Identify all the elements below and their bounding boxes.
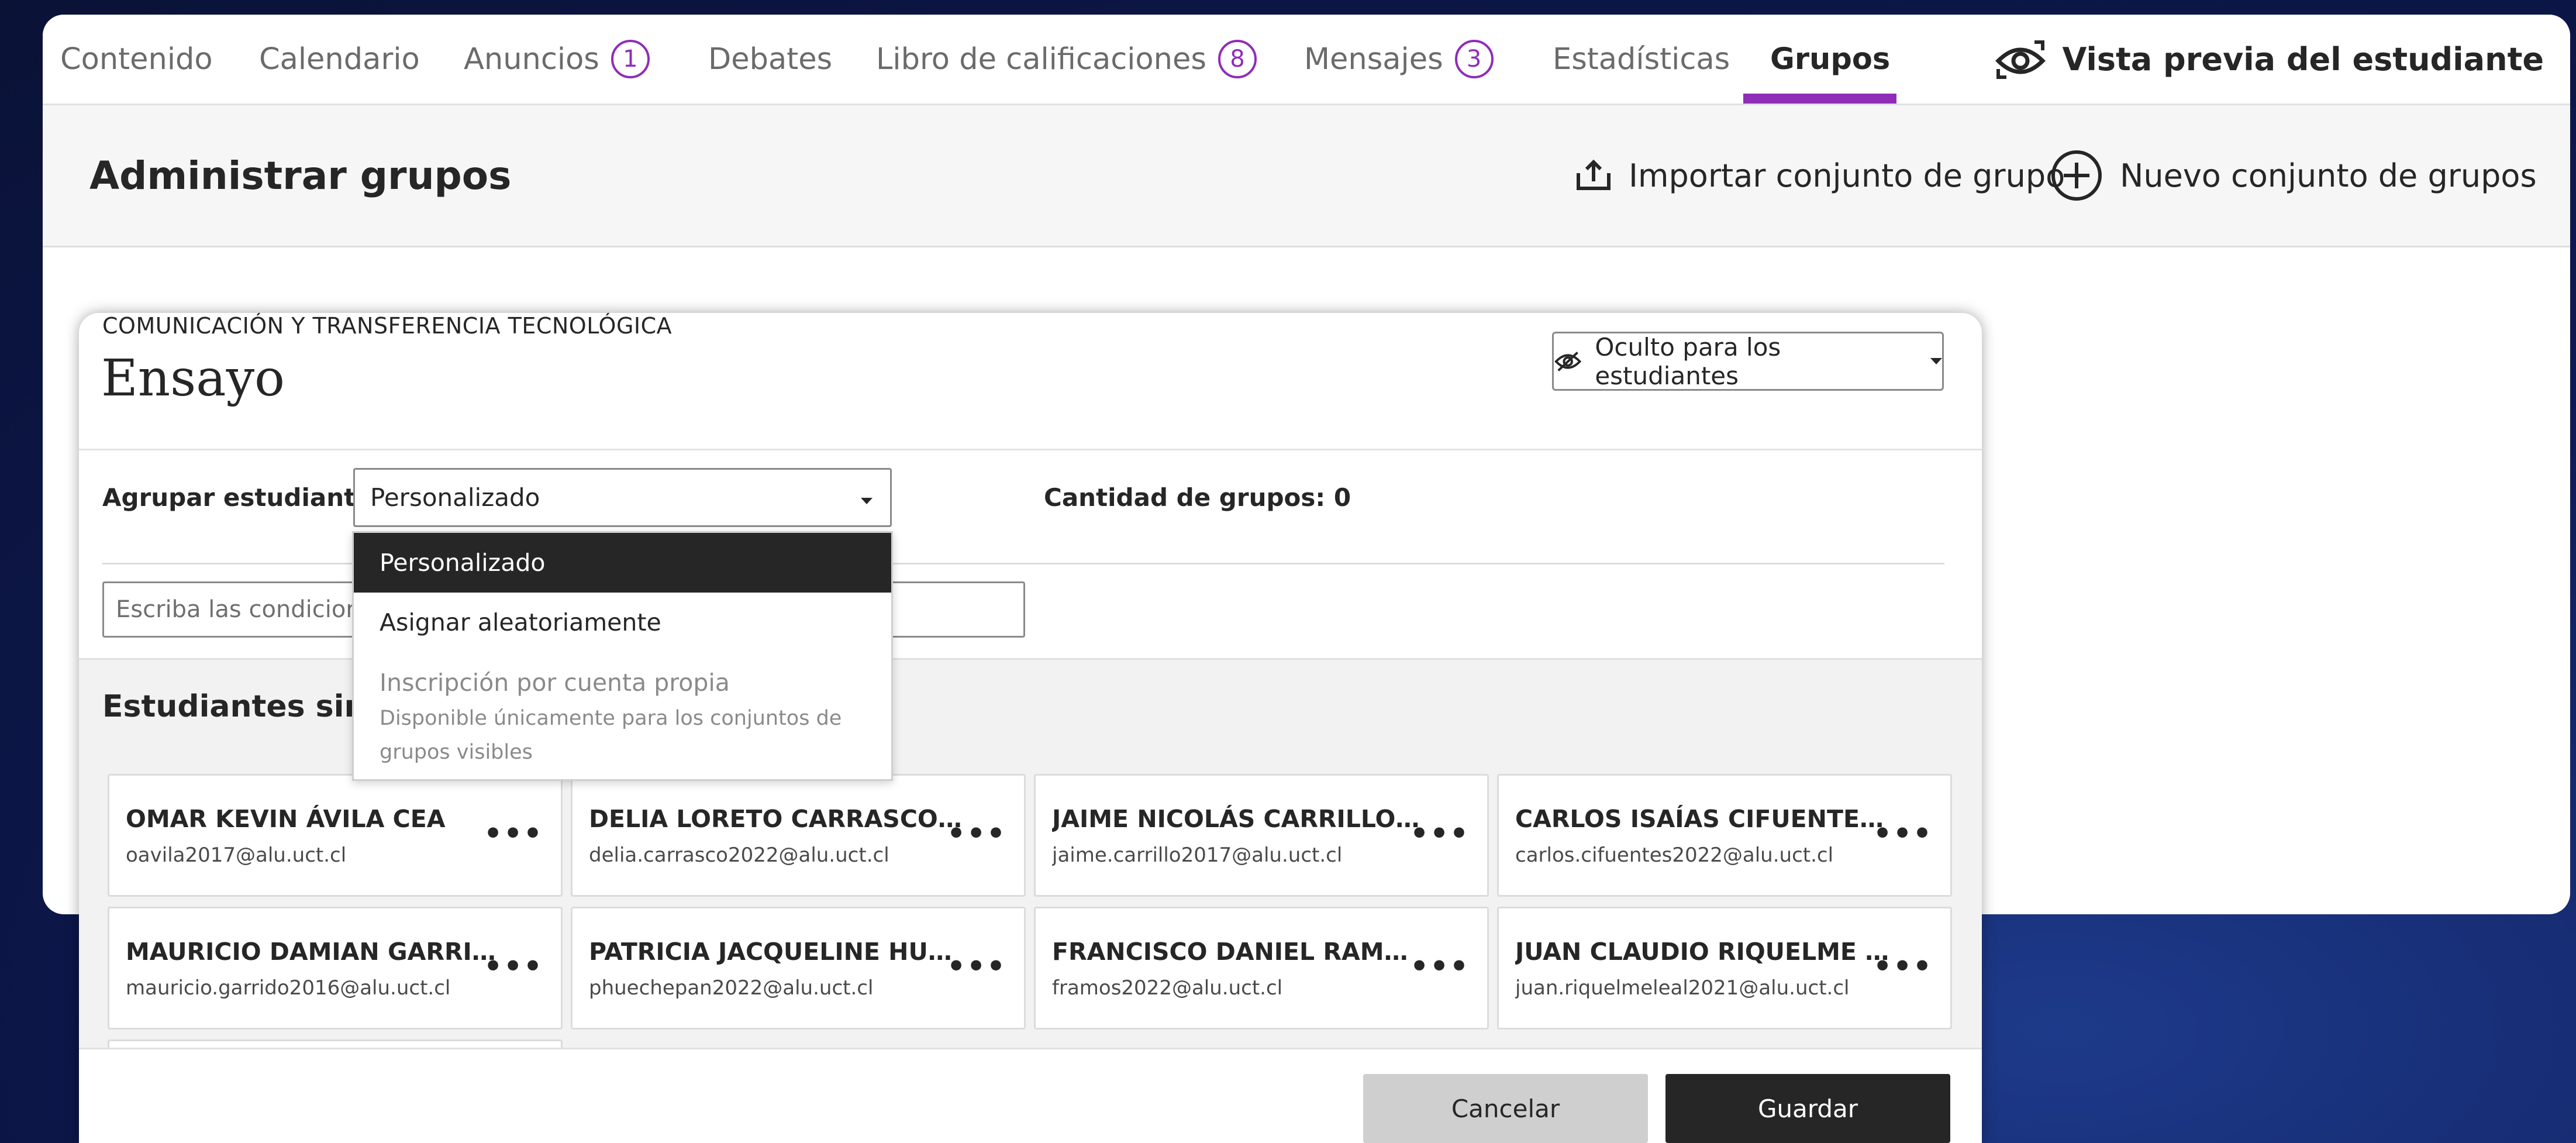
tab-estadisticas[interactable]: Estadísticas xyxy=(1553,15,1730,104)
cancel-button[interactable]: Cancelar xyxy=(1363,1074,1648,1143)
student-email: jaime.carrillo2017@alu.uct.cl xyxy=(1052,844,1343,867)
import-group-set-button[interactable]: Importar conjunto de grupo xyxy=(1575,105,2065,246)
more-options-icon[interactable]: ••• xyxy=(1410,817,1470,851)
tab-label: Grupos xyxy=(1770,42,1891,77)
student-preview-icon xyxy=(1995,40,2046,79)
more-options-icon[interactable]: ••• xyxy=(484,949,543,983)
student-email: framos2022@alu.uct.cl xyxy=(1052,976,1283,1000)
tab-label: Mensajes xyxy=(1304,42,1443,77)
visibility-label: Oculto para los estudiantes xyxy=(1595,332,1781,390)
active-tab-indicator xyxy=(1743,94,1896,104)
group-count: Cantidad de grupos: 0 xyxy=(1044,483,1351,512)
student-email: oavila2017@alu.uct.cl xyxy=(126,844,347,867)
save-button[interactable]: Guardar xyxy=(1665,1074,1950,1143)
tab-anuncios[interactable]: Anuncios 1 xyxy=(464,15,650,104)
tab-debates[interactable]: Debates xyxy=(708,15,832,104)
student-name: MAURICIO DAMIAN GARRIDO M... xyxy=(126,938,500,966)
student-email: phuechepan2022@alu.uct.cl xyxy=(589,976,874,1000)
student-preview-label: Vista previa del estudiante xyxy=(2062,40,2544,78)
add-circle-icon xyxy=(2051,150,2102,201)
eye-slash-icon xyxy=(1554,351,1582,371)
student-card[interactable]: MAURICIO DAMIAN GARRIDO M... mauricio.ga… xyxy=(108,907,563,1030)
more-options-icon[interactable]: ••• xyxy=(1873,949,1933,983)
more-options-icon[interactable]: ••• xyxy=(947,949,1006,983)
tab-label: Contenido xyxy=(60,42,213,77)
menu-item-inscripcion-cuenta-propia: Inscripción por cuenta propia xyxy=(380,669,730,697)
menu-item-personalizado[interactable]: Personalizado xyxy=(354,533,891,593)
panel-footer: Cancelar Guardar xyxy=(79,1048,1982,1143)
notification-badge: 1 xyxy=(611,40,650,78)
student-email: juan.riquelmeleal2021@alu.uct.cl xyxy=(1515,976,1850,1000)
more-options-icon[interactable]: ••• xyxy=(1873,817,1933,851)
student-email: carlos.cifuentes2022@alu.uct.cl xyxy=(1515,844,1834,867)
tab-grupos[interactable]: Grupos xyxy=(1770,15,1890,104)
course-name: COMUNICACIÓN Y TRANSFERENCIA TECNOLÓGICA xyxy=(102,313,673,339)
visibility-dropdown[interactable]: Oculto para los estudiantes xyxy=(1552,332,1944,391)
caret-down-icon xyxy=(1930,358,1942,364)
group-method-menu: Personalizado Asignar aleatoriamente Ins… xyxy=(352,531,893,781)
student-card[interactable]: OMAR KEVIN ÁVILA CEA oavila2017@alu.uct.… xyxy=(108,774,563,897)
new-group-set-button[interactable]: Nuevo conjunto de grupos xyxy=(2050,105,2537,246)
group-method-value: Personalizado xyxy=(370,483,540,512)
student-name: JAIME NICOLÁS CARRILLO ELGU... xyxy=(1052,805,1426,833)
tab-label: Debates xyxy=(708,42,833,77)
tab-calendario[interactable]: Calendario xyxy=(259,15,420,104)
student-email: delia.carrasco2022@alu.uct.cl xyxy=(589,844,889,867)
student-name: PATRICIA JACQUELINE HUECHEP... xyxy=(589,938,963,966)
page-title: Administrar grupos xyxy=(89,153,512,198)
student-name: OMAR KEVIN ÁVILA CEA xyxy=(126,805,446,833)
tab-label: Calendario xyxy=(259,42,420,77)
student-preview-button[interactable]: Vista previa del estudiante xyxy=(1994,15,2544,104)
tab-mensajes[interactable]: Mensajes 3 xyxy=(1304,15,1494,104)
student-card[interactable]: JAIME NICOLÁS CARRILLO ELGU... jaime.car… xyxy=(1034,774,1489,897)
student-name: DELIA LORETO CARRASCO DÍAZ xyxy=(589,805,963,833)
group-method-select[interactable]: Personalizado xyxy=(353,468,892,527)
more-options-icon[interactable]: ••• xyxy=(947,817,1006,851)
course-nav: Contenido Calendario Anuncios 1 Debates … xyxy=(43,15,2570,105)
student-card[interactable]: PATRICIA JACQUELINE HUECHEP... phuechepa… xyxy=(571,907,1026,1030)
upload-icon xyxy=(1577,159,1611,190)
menu-item-asignar-aleatoriamente[interactable]: Asignar aleatoriamente xyxy=(354,593,891,652)
student-card[interactable]: FRANCISCO DANIEL RAMOS REU... framos2022… xyxy=(1034,907,1489,1030)
group-set-title: Ensayo xyxy=(101,349,285,408)
student-card[interactable]: CARLOS ISAÍAS CIFUENTES BÓR... carlos.ci… xyxy=(1497,774,1952,897)
tab-contenido[interactable]: Contenido xyxy=(60,15,213,104)
caret-down-icon xyxy=(861,498,873,504)
import-label: Importar conjunto de grupo xyxy=(1629,157,2065,194)
student-card[interactable]: JUAN CLAUDIO RIQUELME LEAL juan.riquelme… xyxy=(1497,907,1952,1030)
student-email: mauricio.garrido2016@alu.uct.cl xyxy=(126,976,451,1000)
group-students-label: Agrupar estudiantes xyxy=(102,483,387,512)
tab-label: Estadísticas xyxy=(1553,42,1730,77)
tab-label: Anuncios xyxy=(464,42,599,77)
student-name: JUAN CLAUDIO RIQUELME LEAL xyxy=(1515,938,1889,966)
student-name: CARLOS ISAÍAS CIFUENTES BÓR... xyxy=(1515,805,1889,833)
more-options-icon[interactable]: ••• xyxy=(484,817,543,851)
menu-item-help-text: Disponible únicamente para los conjuntos… xyxy=(380,707,842,764)
tab-libro-calificaciones[interactable]: Libro de calificaciones 8 xyxy=(876,15,1257,104)
notification-badge: 3 xyxy=(1454,40,1494,78)
new-group-set-label: Nuevo conjunto de grupos xyxy=(2120,157,2537,194)
tab-label: Libro de calificaciones xyxy=(876,42,1206,77)
admin-bar: Administrar grupos Importar conjunto de … xyxy=(43,105,2570,247)
student-name: FRANCISCO DANIEL RAMOS REU... xyxy=(1052,938,1426,966)
more-options-icon[interactable]: ••• xyxy=(1410,949,1470,983)
divider xyxy=(79,449,1982,450)
student-card[interactable]: DELIA LORETO CARRASCO DÍAZ delia.carrasc… xyxy=(571,774,1026,897)
notification-badge: 8 xyxy=(1218,40,1257,78)
